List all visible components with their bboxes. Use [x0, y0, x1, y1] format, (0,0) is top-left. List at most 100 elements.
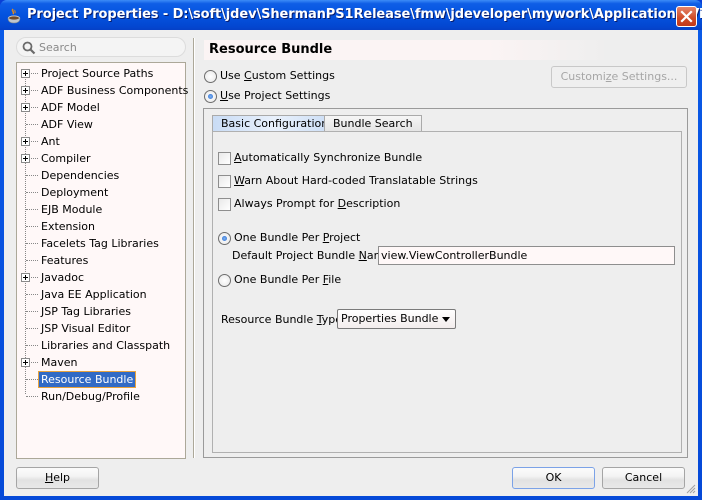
tree-connector-line	[26, 124, 38, 125]
mnemonic: H	[44, 471, 54, 484]
tree-item-label[interactable]: JSP Tag Libraries	[39, 304, 133, 319]
label-text: ustom Settings	[251, 69, 335, 82]
warn-hardcoded-strings-checkbox[interactable]	[218, 175, 231, 188]
bundle-name-input[interactable]	[378, 246, 675, 265]
expand-plus-icon[interactable]	[21, 137, 30, 146]
search-input[interactable]	[39, 40, 179, 55]
use-custom-settings-radio[interactable]	[204, 70, 217, 83]
tree-item[interactable]: ADF View	[17, 116, 185, 133]
tree-item-label[interactable]: Libraries and Classpath	[39, 338, 172, 353]
ok-button[interactable]: OK	[512, 467, 595, 489]
tree-item[interactable]: Dependencies	[17, 167, 185, 184]
use-project-settings-radio[interactable]	[204, 90, 217, 103]
tree-item[interactable]: Features	[17, 252, 185, 269]
one-bundle-per-file-radio[interactable]	[218, 274, 231, 287]
expand-plus-icon[interactable]	[21, 358, 30, 367]
tree-item[interactable]: Compiler	[17, 150, 185, 167]
expand-plus-icon[interactable]	[21, 154, 30, 163]
tree-item-label[interactable]: JSP Visual Editor	[39, 321, 132, 336]
tree-item[interactable]: Java EE Application	[17, 286, 185, 303]
tree-connector-line	[26, 175, 38, 176]
bundle-type-select[interactable]: Properties Bundle	[337, 309, 456, 329]
tree-connector-line	[26, 396, 38, 397]
label-text: e Settings...	[611, 70, 678, 83]
cancel-button[interactable]: Cancel	[602, 467, 685, 489]
tree-item-label[interactable]: ADF View	[39, 117, 95, 132]
one-bundle-per-project-radio[interactable]	[218, 232, 231, 245]
warn-hardcoded-strings-label[interactable]: Warn About Hard-coded Translatable Strin…	[234, 174, 478, 188]
label-text: utomatically Synchronize Bundle	[241, 151, 423, 164]
tree-item[interactable]: Javadoc	[17, 269, 185, 286]
window-title: Project Properties - D:\soft\jdev\Sherma…	[27, 7, 702, 22]
one-bundle-per-file-label[interactable]: One Bundle Per File	[234, 273, 341, 287]
tree-item[interactable]: Project Source Paths	[17, 65, 185, 82]
tree-item[interactable]: Libraries and Classpath	[17, 337, 185, 354]
tree-connector-line	[26, 243, 38, 244]
search-box[interactable]	[16, 37, 186, 57]
tree-item[interactable]: Run/Debug/Profile	[17, 388, 185, 405]
expand-plus-icon[interactable]	[21, 273, 30, 282]
tree-item-label[interactable]: Maven	[39, 355, 79, 370]
tree-item-label[interactable]: Compiler	[39, 151, 93, 166]
tree-item[interactable]: JSP Visual Editor	[17, 320, 185, 337]
tree-item[interactable]: ADF Business Components	[17, 82, 188, 99]
tree-item-label[interactable]: Dependencies	[39, 168, 121, 183]
resize-grip-icon[interactable]	[685, 483, 696, 494]
tree-item-label[interactable]: Java EE Application	[39, 287, 149, 302]
tree-connector-line	[26, 379, 38, 380]
tree-item-label[interactable]: Deployment	[39, 185, 110, 200]
tree-connector-line	[26, 294, 38, 295]
expand-plus-icon[interactable]	[21, 69, 30, 78]
tree-item[interactable]: Facelets Tag Libraries	[17, 235, 185, 252]
expand-plus-icon[interactable]	[21, 103, 30, 112]
tree-item-label[interactable]: Features	[39, 253, 90, 268]
label-text: se Project Settings	[228, 89, 331, 102]
project-properties-dialog: Project Properties - D:\soft\jdev\Sherma…	[0, 0, 702, 500]
tree-item[interactable]: Ant	[17, 133, 185, 150]
always-prompt-description-checkbox[interactable]	[218, 198, 231, 211]
tree-item[interactable]: EJB Module	[17, 201, 185, 218]
tree-item-label[interactable]: ADF Business Components	[39, 83, 190, 98]
one-bundle-per-project-label[interactable]: One Bundle Per Project	[234, 231, 360, 245]
tree-item[interactable]: JSP Tag Libraries	[17, 303, 185, 320]
label-text: Resource Bundle	[221, 313, 317, 326]
label-text: elp	[53, 471, 71, 484]
auto-sync-bundle-checkbox[interactable]	[218, 152, 231, 165]
panel-splitter[interactable]	[193, 38, 195, 458]
java-cup-icon	[7, 8, 21, 24]
use-custom-settings-label[interactable]: Use Custom Settings	[220, 69, 335, 83]
tree-item[interactable]: ADF Model	[17, 99, 185, 116]
tree-item-label[interactable]: Facelets Tag Libraries	[39, 236, 161, 251]
tree-item[interactable]: Extension	[17, 218, 185, 235]
tree-item-label[interactable]: ADF Model	[39, 100, 102, 115]
tab-basic-configuration[interactable]: Basic Configuration	[212, 115, 338, 131]
tree-item[interactable]: Maven	[17, 354, 185, 371]
mnemonic: C	[244, 69, 252, 82]
tree-item-label[interactable]: EJB Module	[39, 202, 104, 217]
search-icon	[22, 41, 36, 55]
tree-connector-line	[26, 260, 38, 261]
tree-item-label[interactable]: Run/Debug/Profile	[39, 389, 142, 404]
tree-item-label[interactable]: Javadoc	[39, 270, 86, 285]
auto-sync-bundle-label[interactable]: Automatically Synchronize Bundle	[234, 151, 422, 165]
category-tree[interactable]: Project Source Paths ADF Business Compone…	[16, 62, 188, 459]
tree-item[interactable]: Resource Bundle	[17, 371, 185, 388]
label-text: One Bundle Per	[234, 273, 323, 286]
help-button[interactable]: Help	[16, 467, 99, 489]
label-text: roject	[329, 231, 361, 244]
tab-bundle-search[interactable]: Bundle Search	[324, 115, 422, 131]
tree-item-label[interactable]: Resource Bundle	[37, 371, 137, 388]
tree-connector-line	[26, 226, 38, 227]
tree-connector-line	[26, 328, 38, 329]
title-bar[interactable]: Project Properties - D:\soft\jdev\Sherma…	[0, 0, 702, 30]
tree-item-label[interactable]: Project Source Paths	[39, 66, 155, 81]
tree-item-label[interactable]: Ant	[39, 134, 62, 149]
tree-item-label[interactable]: Extension	[39, 219, 97, 234]
customize-settings-button[interactable]: Customize Settings...	[551, 66, 687, 88]
expand-plus-icon[interactable]	[21, 86, 30, 95]
use-project-settings-label[interactable]: Use Project Settings	[220, 89, 330, 103]
close-button[interactable]	[676, 6, 697, 27]
tree-item[interactable]: Deployment	[17, 184, 185, 201]
always-prompt-description-label[interactable]: Always Prompt for Description	[234, 197, 400, 211]
label-text: One Bundle Per	[234, 231, 323, 244]
